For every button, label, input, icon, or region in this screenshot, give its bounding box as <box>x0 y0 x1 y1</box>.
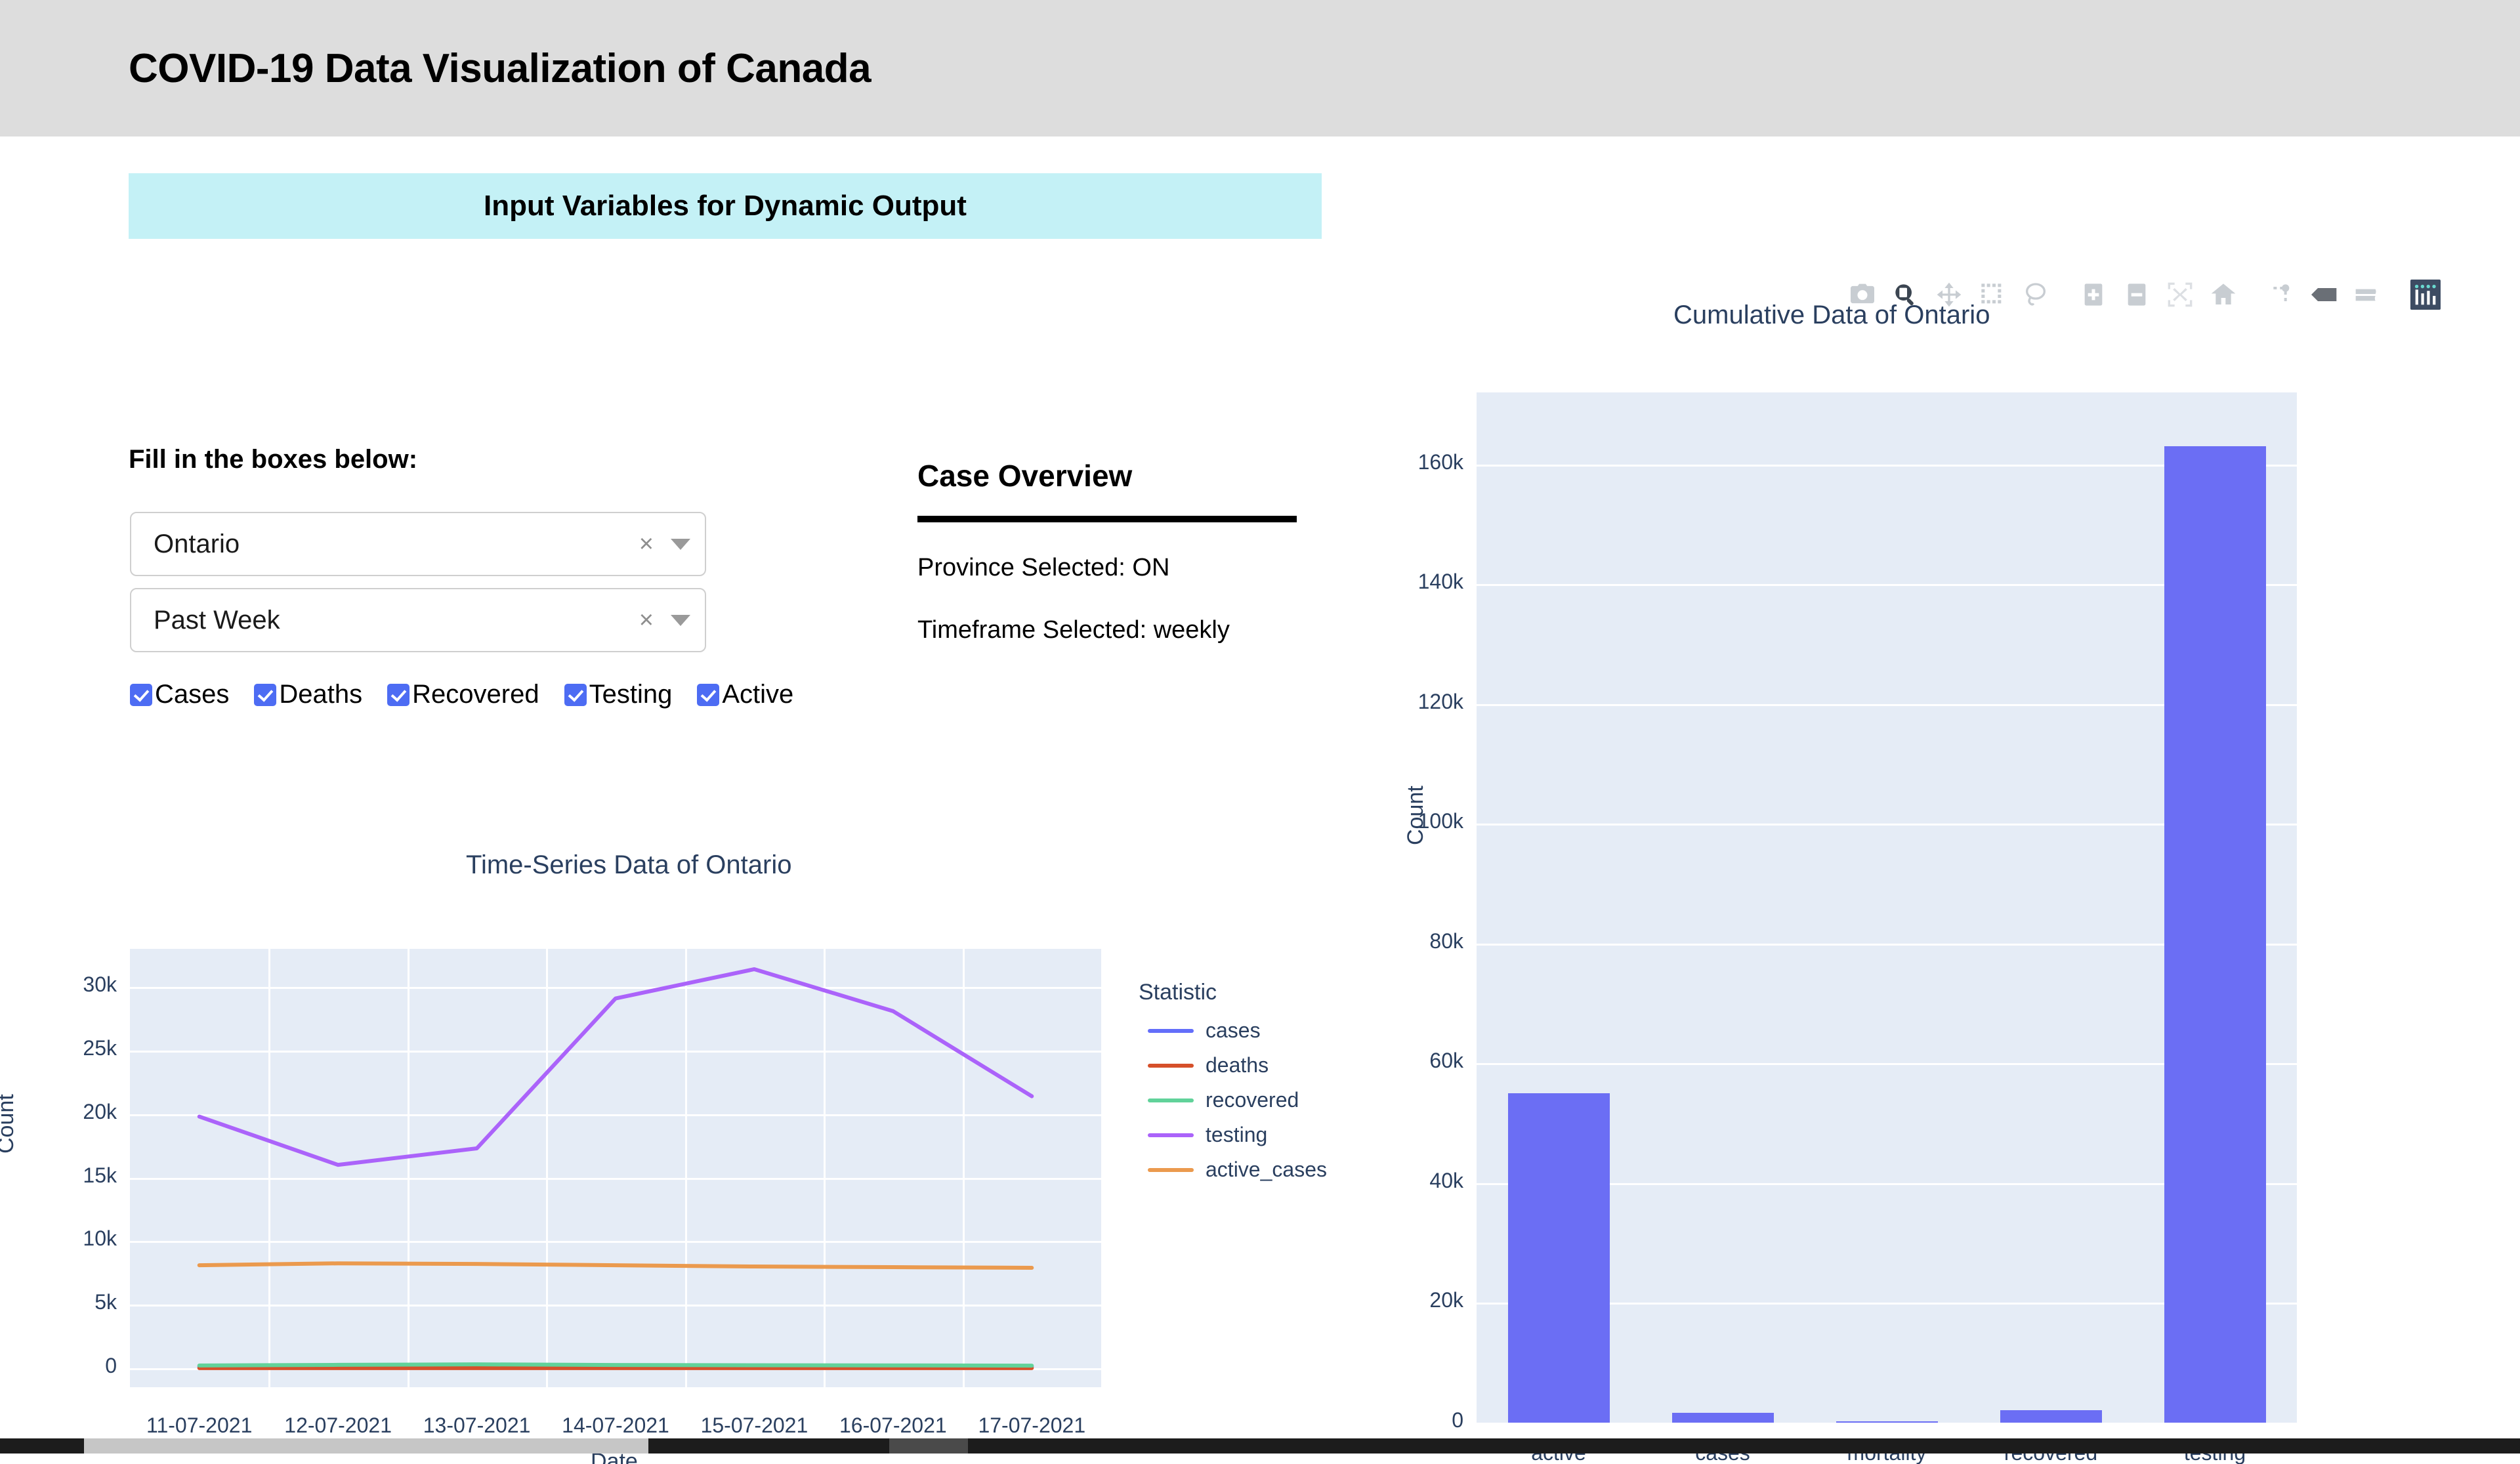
x-tick-label: 14-07-2021 <box>562 1413 669 1437</box>
y-tick-label: 5k <box>94 1290 117 1314</box>
legend-label: testing <box>1206 1123 1268 1146</box>
checkbox-icon[interactable] <box>564 683 587 706</box>
scrollbar-segment[interactable] <box>889 1438 968 1454</box>
timeframe-selected-text: Timeframe Selected: weekly <box>917 616 1230 644</box>
legend-swatch <box>1148 1167 1194 1172</box>
left-column: Input Variables for Dynamic Output Fill … <box>0 136 1327 1464</box>
chevron-down-icon[interactable] <box>671 614 690 626</box>
x-tick-label: 11-07-2021 <box>146 1413 253 1437</box>
legend-swatch <box>1148 1063 1194 1068</box>
legend-swatch <box>1148 1028 1194 1033</box>
y-tick-label: 80k <box>1429 929 1463 953</box>
cumulative-bar-chart[interactable]: Cumulative Data of Ontario Count Statist… <box>1319 136 2520 1464</box>
y-tick-label: 120k <box>1418 689 1463 713</box>
y-tick-label: 10k <box>83 1226 117 1251</box>
input-variables-banner-title: Input Variables for Dynamic Output <box>484 190 967 222</box>
legend-label: recovered <box>1206 1088 1299 1112</box>
timeseries-chart[interactable]: Time-Series Data of Ontario Count Date 0… <box>0 806 1327 1464</box>
checkbox-label: Deaths <box>279 680 363 709</box>
legend-title: Statistic <box>1139 980 1217 1005</box>
y-tick-label: 60k <box>1429 1049 1463 1073</box>
province-selected-text: Province Selected: ON <box>917 554 1170 581</box>
x-tick-label: 16-07-2021 <box>839 1413 947 1437</box>
checkbox-icon[interactable] <box>130 683 152 706</box>
x-tick-label: 15-07-2021 <box>700 1413 808 1437</box>
clear-icon[interactable]: × <box>639 532 654 556</box>
line-series-active_cases <box>197 1261 1034 1270</box>
bar-recovered[interactable] <box>2000 1410 2102 1423</box>
gridline <box>1477 1423 2297 1425</box>
y-tick-label: 160k <box>1418 450 1463 474</box>
province-dropdown-value: Ontario <box>154 529 240 558</box>
case-overview-title: Case Overview <box>917 459 1133 493</box>
timeframe-dropdown[interactable]: Past Week × <box>130 588 706 652</box>
bar-cases[interactable] <box>1671 1413 1774 1423</box>
checkbox-label: Active <box>722 680 794 709</box>
bar-series <box>1477 392 2297 1423</box>
y-tick-label: 40k <box>1429 1168 1463 1192</box>
legend-swatch <box>1148 1133 1194 1137</box>
checkbox-deaths[interactable]: Deaths <box>254 680 362 709</box>
checkbox-testing[interactable]: Testing <box>564 680 673 709</box>
checkbox-icon[interactable] <box>697 683 720 706</box>
timeseries-y-axis-label: Count <box>0 1094 18 1154</box>
line-series-testing <box>197 967 1034 1167</box>
chevron-down-icon[interactable] <box>671 538 690 550</box>
bar-active[interactable] <box>1507 1093 1610 1423</box>
fill-in-boxes-label: Fill in the boxes below: <box>129 445 418 474</box>
case-overview-panel: Case Overview Province Selected: ON Time… <box>917 458 1298 679</box>
y-tick-label: 30k <box>83 973 117 997</box>
x-tick-label: 12-07-2021 <box>284 1413 392 1437</box>
bar-testing[interactable] <box>2164 446 2266 1423</box>
bar-chart-title: Cumulative Data of Ontario <box>1673 301 1990 329</box>
bar-mortality[interactable] <box>1836 1421 1938 1423</box>
y-tick-label: 100k <box>1418 809 1463 833</box>
statistic-checkbox-row: Cases Deaths Recovered Testing Active <box>130 680 818 709</box>
legend-item-cases[interactable]: cases <box>1148 1018 1327 1043</box>
x-tick-label: 13-07-2021 <box>423 1413 531 1437</box>
checkbox-recovered[interactable]: Recovered <box>387 680 539 709</box>
scrollbar-thumb[interactable] <box>84 1438 648 1454</box>
legend-swatch <box>1148 1098 1194 1102</box>
y-tick-label: 140k <box>1418 570 1463 594</box>
legend-item-active_cases[interactable]: active_cases <box>1148 1158 1327 1182</box>
timeframe-dropdown-value: Past Week <box>154 605 280 635</box>
page-body: Input Variables for Dynamic Output Fill … <box>0 136 2520 1464</box>
legend-item-recovered[interactable]: recovered <box>1148 1088 1327 1112</box>
checkbox-label: Cases <box>155 680 230 709</box>
y-tick-label: 0 <box>1452 1408 1463 1432</box>
checkbox-icon[interactable] <box>387 683 410 706</box>
divider <box>917 516 1297 522</box>
y-tick-label: 0 <box>105 1353 117 1377</box>
y-tick-label: 15k <box>83 1163 117 1187</box>
x-tick-label: 17-07-2021 <box>978 1413 1086 1437</box>
input-variables-banner: Input Variables for Dynamic Output <box>129 173 1322 239</box>
province-dropdown[interactable]: Ontario × <box>130 512 706 576</box>
horizontal-scrollbar[interactable] <box>0 1438 2520 1454</box>
timeseries-lines <box>197 967 1034 1370</box>
legend-label: cases <box>1206 1018 1261 1042</box>
y-tick-label: 20k <box>83 1099 117 1123</box>
checkbox-active[interactable]: Active <box>697 680 793 709</box>
legend-item-testing[interactable]: testing <box>1148 1123 1327 1147</box>
checkbox-icon[interactable] <box>254 683 277 706</box>
checkbox-cases[interactable]: Cases <box>130 680 229 709</box>
app-header: COVID-19 Data Visualization of Canada <box>0 0 2520 136</box>
checkbox-label: Testing <box>589 680 673 709</box>
timeseries-legend[interactable]: Statistic cases deaths recovered testing acti… <box>1139 980 1327 1192</box>
y-tick-label: 20k <box>1429 1288 1463 1312</box>
y-tick-label: 25k <box>83 1035 117 1060</box>
checkbox-label: Recovered <box>412 680 539 709</box>
legend-label: deaths <box>1206 1053 1269 1077</box>
timeseries-chart-title: Time-Series Data of Ontario <box>466 850 792 879</box>
clear-icon[interactable]: × <box>639 608 654 633</box>
line-series-recovered <box>197 1362 1034 1368</box>
legend-item-deaths[interactable]: deaths <box>1148 1053 1327 1077</box>
page-title: COVID-19 Data Visualization of Canada <box>129 45 872 91</box>
legend-label: active_cases <box>1206 1158 1327 1181</box>
